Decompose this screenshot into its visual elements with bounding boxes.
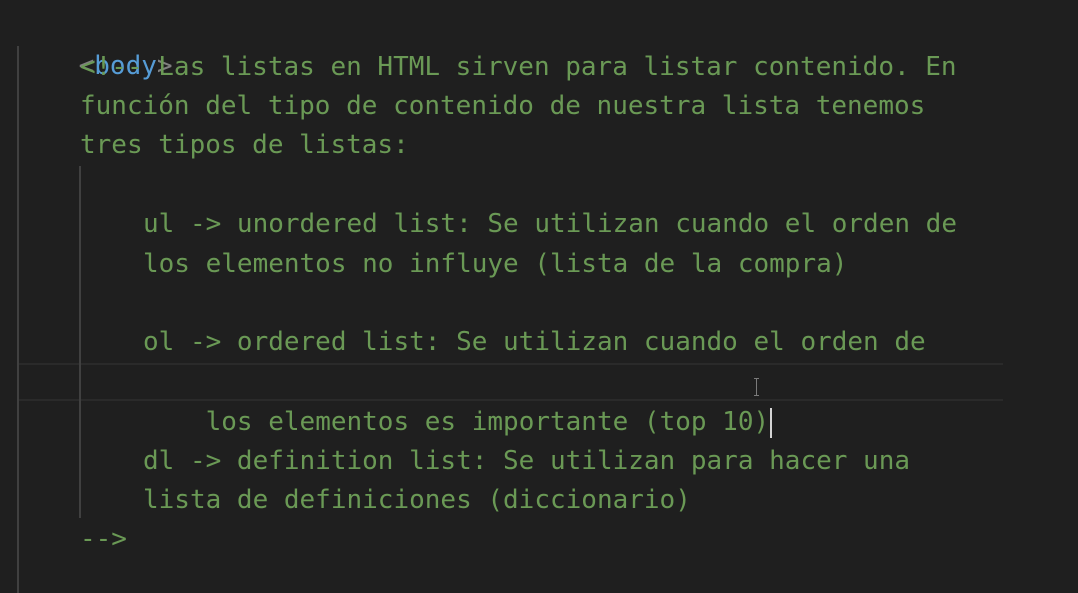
- code-line[interactable]: tres tipos de listas:: [80, 125, 409, 165]
- indent-guide: [79, 166, 81, 518]
- code-editor[interactable]: <body> <!-- Las listas en HTML sirven pa…: [0, 0, 1078, 593]
- code-line[interactable]: -->: [80, 519, 127, 559]
- code-line-text: los elementos es importante (top 10): [205, 407, 770, 437]
- code-line[interactable]: ol -> ordered list: Se utilizan cuando e…: [143, 322, 926, 362]
- code-line[interactable]: <!-- Las listas en HTML sirven para list…: [80, 47, 957, 87]
- code-line[interactable]: función del tipo de contenido de nuestra…: [80, 86, 925, 126]
- indent-guide: [17, 46, 19, 593]
- code-line[interactable]: ul -> unordered list: Se utilizan cuando…: [143, 204, 957, 244]
- code-line-active[interactable]: los elementos es importante (top 10): [143, 362, 773, 438]
- ibeam-cursor-icon: [754, 378, 760, 396]
- text-cursor: [770, 407, 773, 438]
- code-line[interactable]: los elementos no influye (lista de la co…: [143, 244, 847, 284]
- code-line[interactable]: lista de definiciones (diccionario): [143, 480, 691, 520]
- code-line-body-tag[interactable]: <body>: [16, 6, 173, 81]
- code-line[interactable]: dl -> definition list: Se utilizan para …: [143, 441, 910, 481]
